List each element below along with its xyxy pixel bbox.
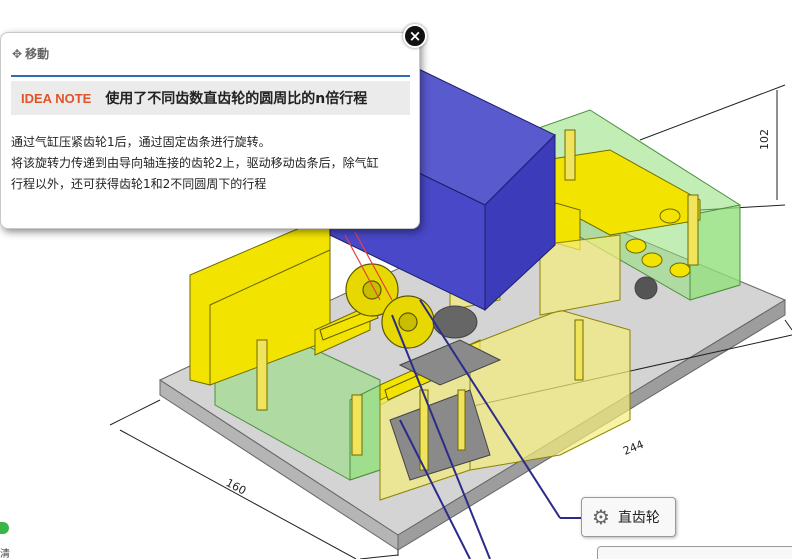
idea-note-popup: ✥ 移動 IDEA NOTE 使用了不同齿数直齿轮的圆周比的n倍行程 通过气缸压… <box>0 32 420 229</box>
part-label-partial[interactable] <box>597 546 792 559</box>
idea-note-title: 使用了不同齿数直齿轮的圆周比的n倍行程 <box>105 91 368 107</box>
idea-note-header: IDEA NOTE 使用了不同齿数直齿轮的圆周比的n倍行程 <box>11 81 410 115</box>
gear-icon: ⚙ <box>592 505 610 529</box>
body-line: 将该旋转力传递到由导向轴连接的齿轮2上，驱动移动齿条后，除气缸 <box>11 156 379 170</box>
dimension-height-label: 102 <box>758 129 771 150</box>
dimension-length-label: 244 <box>621 438 645 458</box>
move-label: 移動 <box>25 47 50 61</box>
move-handle[interactable]: ✥ 移動 <box>12 45 49 62</box>
side-tab-label[interactable]: 清 <box>0 545 10 559</box>
close-button[interactable]: × <box>403 24 427 48</box>
move-icon: ✥ <box>12 46 23 61</box>
dimension-width-label: 160 <box>224 476 249 497</box>
idea-note-body: 通过气缸压紧齿轮1后，通过固定齿条进行旋转。 将该旋转力传递到由导向轴连接的齿轮… <box>11 132 416 195</box>
body-line: 行程以外，还可获得齿轮1和2不同圆周下的行程 <box>11 177 267 191</box>
header-divider <box>11 75 410 77</box>
close-icon: × <box>408 26 422 45</box>
part-label-spur-gear[interactable]: ⚙ 直齿轮 <box>581 497 676 537</box>
idea-note-tag: IDEA NOTE <box>21 90 92 106</box>
part-label-text: 直齿轮 <box>617 510 660 526</box>
body-line: 通过气缸压紧齿轮1后，通过固定齿条进行旋转。 <box>11 135 271 149</box>
